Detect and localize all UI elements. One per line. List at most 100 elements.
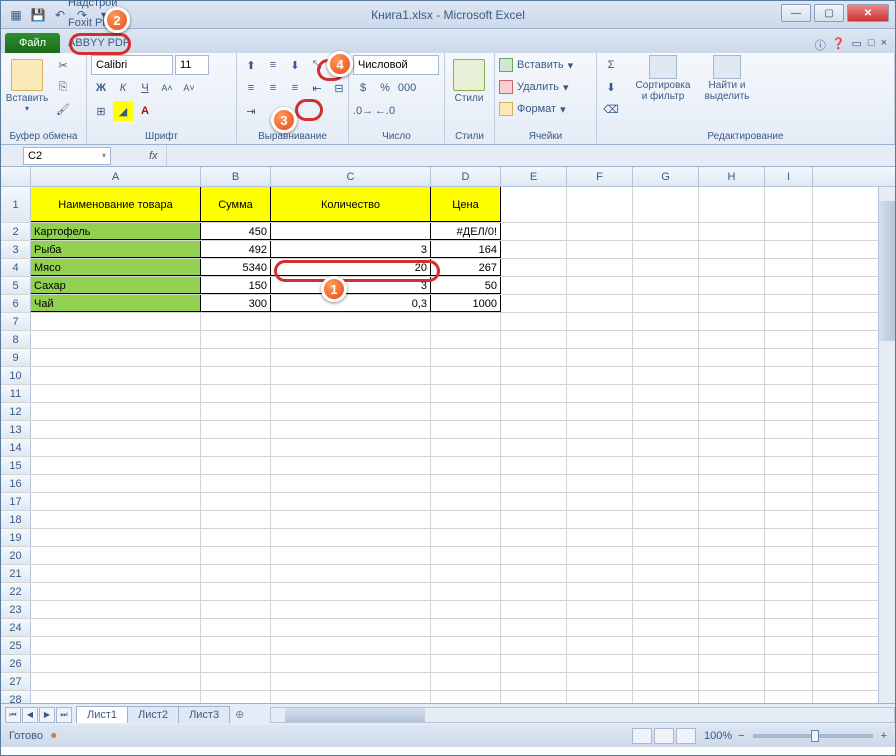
cell[interactable] [201, 349, 271, 366]
row-header[interactable]: 19 [1, 529, 31, 546]
row-header[interactable]: 7 [1, 313, 31, 330]
cell[interactable] [431, 313, 501, 330]
cell[interactable] [201, 691, 271, 703]
grow-font-button[interactable]: A˄ [157, 78, 177, 98]
cell[interactable] [765, 241, 813, 258]
fx-label[interactable]: fx [149, 150, 158, 162]
row-header[interactable]: 17 [1, 493, 31, 510]
cell[interactable] [633, 529, 699, 546]
cell[interactable] [765, 259, 813, 276]
cell[interactable] [567, 331, 633, 348]
cell[interactable] [567, 529, 633, 546]
row-header[interactable]: 4 [1, 259, 31, 276]
window-restore-icon[interactable]: □ [868, 37, 875, 53]
cell[interactable] [201, 403, 271, 420]
cell[interactable] [31, 583, 201, 600]
cell[interactable] [431, 385, 501, 402]
row-header[interactable]: 22 [1, 583, 31, 600]
cell[interactable] [633, 511, 699, 528]
row-header[interactable]: 16 [1, 475, 31, 492]
cell[interactable]: 492 [201, 241, 271, 258]
sheet-tab-Лист2[interactable]: Лист2 [127, 706, 179, 723]
row-header[interactable]: 9 [1, 349, 31, 366]
cell[interactable] [31, 313, 201, 330]
page-break-view-button[interactable] [676, 728, 696, 744]
file-tab[interactable]: Файл [5, 33, 60, 53]
cell[interactable] [633, 259, 699, 276]
cell[interactable] [431, 529, 501, 546]
copy-button[interactable]: ⎘ [53, 77, 73, 97]
cell[interactable] [431, 673, 501, 690]
cell[interactable] [431, 511, 501, 528]
column-header-C[interactable]: C [271, 167, 431, 186]
cell[interactable] [633, 565, 699, 582]
cell[interactable] [271, 601, 431, 618]
minimize-button[interactable]: — [781, 4, 811, 22]
cell[interactable]: 150 [201, 277, 271, 294]
cell[interactable] [567, 241, 633, 258]
cell[interactable] [567, 691, 633, 703]
cell[interactable] [431, 475, 501, 492]
cell[interactable] [633, 367, 699, 384]
cell[interactable] [271, 691, 431, 703]
cell[interactable] [501, 493, 567, 510]
cell[interactable] [699, 277, 765, 294]
cell[interactable] [699, 547, 765, 564]
cell[interactable] [31, 403, 201, 420]
cell[interactable] [501, 475, 567, 492]
cell[interactable] [633, 637, 699, 654]
row-header[interactable]: 13 [1, 421, 31, 438]
horizontal-scrollbar[interactable] [270, 707, 895, 723]
window-close-icon[interactable]: × [881, 37, 887, 53]
orientation-button[interactable]: ⤡ [307, 55, 327, 75]
percent-button[interactable]: % [375, 78, 395, 98]
cell[interactable]: Картофель [31, 223, 201, 240]
cell[interactable] [31, 619, 201, 636]
cell[interactable]: 1000 [431, 295, 501, 312]
cell[interactable]: 3 [271, 241, 431, 258]
cell[interactable] [501, 421, 567, 438]
cell[interactable] [765, 637, 813, 654]
cell[interactable]: 20 [271, 259, 431, 276]
cell[interactable] [31, 529, 201, 546]
sheet-nav-last[interactable]: ⏭ [56, 707, 72, 723]
cell[interactable]: 450 [201, 223, 271, 240]
cell[interactable] [31, 439, 201, 456]
cell[interactable] [699, 349, 765, 366]
cell[interactable] [699, 529, 765, 546]
cell[interactable] [567, 277, 633, 294]
cell[interactable] [633, 187, 699, 222]
cell[interactable] [633, 655, 699, 672]
cell[interactable] [633, 385, 699, 402]
cell[interactable] [765, 187, 813, 222]
cell[interactable] [201, 583, 271, 600]
cell[interactable] [765, 439, 813, 456]
cell[interactable] [699, 331, 765, 348]
cell[interactable] [567, 457, 633, 474]
cell[interactable] [501, 619, 567, 636]
cell[interactable] [271, 565, 431, 582]
cell[interactable] [431, 637, 501, 654]
cell[interactable] [31, 691, 201, 703]
cell[interactable]: Количество [271, 187, 431, 222]
cell[interactable] [271, 493, 431, 510]
cell[interactable] [633, 241, 699, 258]
cell[interactable] [765, 331, 813, 348]
cell[interactable] [633, 313, 699, 330]
sheet-nav-prev[interactable]: ◀ [22, 707, 38, 723]
cell[interactable] [271, 511, 431, 528]
cell[interactable] [431, 403, 501, 420]
cell[interactable] [567, 601, 633, 618]
cell[interactable]: 50 [431, 277, 501, 294]
paste-button[interactable]: Вставить ▾ [5, 55, 49, 113]
cell[interactable] [501, 367, 567, 384]
cell[interactable] [699, 295, 765, 312]
cell[interactable]: 3 [271, 277, 431, 294]
column-header-A[interactable]: A [31, 167, 201, 186]
cell[interactable] [201, 673, 271, 690]
insert-cells-button[interactable]: Вставить ▾ [499, 55, 573, 75]
zoom-level[interactable]: 100% [704, 730, 732, 742]
cell[interactable] [699, 511, 765, 528]
row-header[interactable]: 11 [1, 385, 31, 402]
row-header[interactable]: 27 [1, 673, 31, 690]
